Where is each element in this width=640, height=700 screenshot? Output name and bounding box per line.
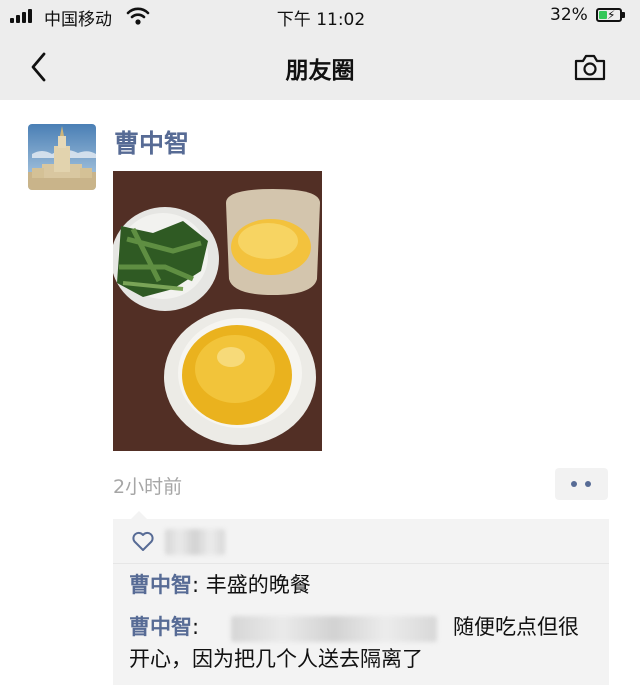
page-title: 朋友圈: [285, 58, 355, 84]
redacted-likes: [165, 529, 225, 555]
comment-text-continued: 开心，因为把几个人送去隔离了: [129, 647, 423, 671]
dot-icon: [571, 481, 577, 487]
comment-author[interactable]: 曹中智: [129, 615, 192, 639]
comment-item[interactable]: 曹中智:: [129, 611, 199, 643]
post-photo[interactable]: [113, 171, 322, 451]
wifi-icon: [126, 7, 150, 25]
redacted-text: [231, 616, 437, 642]
dot-icon: [585, 481, 591, 487]
likes-row: [113, 519, 609, 564]
comment-item[interactable]: 曹中智: 丰盛的晚餐: [129, 569, 311, 601]
avatar[interactable]: [28, 124, 96, 190]
signal-icon: [10, 9, 36, 23]
comment-text: 丰盛的晚餐: [199, 573, 311, 597]
panel-caret: [131, 511, 147, 519]
battery-icon: ⚡: [596, 8, 622, 22]
camera-icon[interactable]: [572, 52, 608, 82]
battery-tip: [622, 12, 625, 18]
status-bar: 中国移动 下午 11:02 32% ⚡: [0, 0, 640, 32]
more-actions-button[interactable]: [555, 468, 608, 500]
comment-separator: :: [192, 615, 200, 639]
battery-percent: 32%: [550, 5, 588, 25]
comment-text: 随便吃点但很: [453, 615, 579, 639]
carrier-label: 中国移动: [44, 10, 112, 30]
post-time: 2小时前: [113, 476, 183, 498]
heart-icon: [132, 531, 154, 551]
post-author[interactable]: 曹中智: [114, 124, 189, 160]
comment-panel: 曹中智: 丰盛的晚餐 曹中智: 随便吃点但很 开心，因为把几个人送去隔离了: [113, 511, 609, 685]
comment-author[interactable]: 曹中智: [129, 573, 192, 597]
clock: 下午 11:02: [276, 10, 366, 30]
